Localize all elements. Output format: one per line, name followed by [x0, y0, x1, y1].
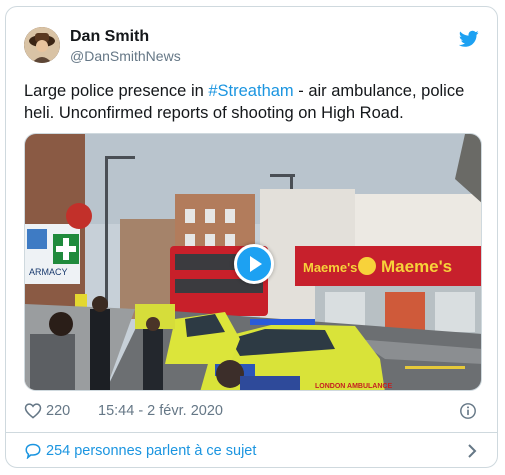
shop-sign-right: Maeme's	[381, 257, 452, 276]
avatar[interactable]	[24, 27, 60, 63]
author-handle[interactable]: @DanSmithNews	[70, 47, 181, 65]
conversation-link[interactable]: 254 personnes parlent à ce sujet	[24, 440, 479, 462]
play-button[interactable]	[234, 244, 274, 284]
speech-bubble-icon	[25, 443, 41, 459]
play-icon	[250, 256, 262, 272]
tweet-header: Dan Smith @DanSmithNews	[24, 27, 479, 67]
hashtag-link[interactable]: #Streatham	[208, 82, 293, 100]
pharmacy-sign: ARMACY	[29, 267, 68, 277]
avatar-image	[24, 27, 60, 63]
like-count[interactable]: 220	[46, 403, 70, 419]
tweet-text-start: Large police presence in	[24, 82, 209, 100]
author-display-name[interactable]: Dan Smith	[70, 28, 181, 46]
chevron-right-icon[interactable]	[465, 443, 479, 459]
vehicle-label: LONDON AMBULANCE	[315, 383, 392, 390]
timestamp[interactable]: 15:44 - 2 févr. 2020	[98, 403, 223, 419]
info-icon[interactable]	[459, 402, 477, 420]
embedded-tweet-card[interactable]: Dan Smith @DanSmithNews Large police pre…	[5, 6, 498, 468]
divider	[6, 432, 497, 433]
tweet-text: Large police presence in #Streatham - ai…	[24, 80, 494, 124]
video-thumbnail[interactable]: ARMACY Maeme's Maeme's LONDON AMBULANCE	[24, 133, 482, 391]
heart-icon[interactable]	[24, 402, 42, 419]
author-names[interactable]: Dan Smith @DanSmithNews	[70, 28, 181, 65]
conversation-label[interactable]: 254 personnes parlent à ce sujet	[46, 443, 256, 459]
twitter-bird-icon[interactable]	[459, 30, 479, 48]
shop-sign-left: Maeme's	[303, 260, 357, 275]
tweet-meta: 220 15:44 - 2 févr. 2020	[24, 401, 479, 421]
